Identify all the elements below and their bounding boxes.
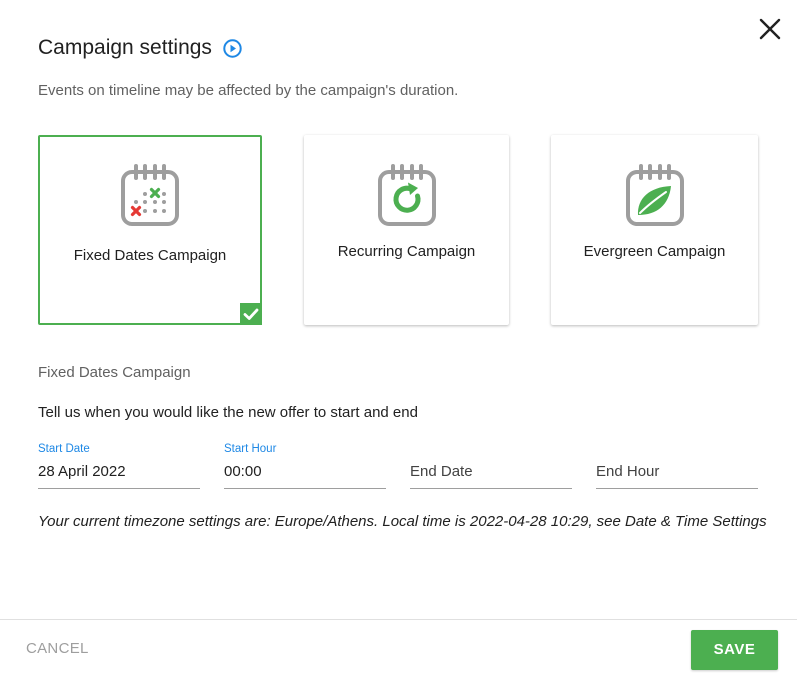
campaign-type-selector: Fixed Dates Campaign Recurring Campaign … — [38, 135, 758, 325]
campaign-type-label: Recurring Campaign — [337, 243, 476, 260]
timezone-note: Your current timezone settings are: Euro… — [38, 513, 767, 530]
section-heading: Fixed Dates Campaign — [38, 364, 191, 381]
selected-check-icon — [240, 303, 262, 325]
campaign-type-label: Fixed Dates Campaign — [73, 247, 227, 264]
cancel-button[interactable]: CANCEL — [26, 640, 89, 657]
start-hour-value: 00:00 — [224, 463, 262, 480]
dialog-header: Campaign settings — [38, 36, 242, 60]
date-prompt: Tell us when you would like the new offe… — [38, 404, 418, 421]
campaign-settings-dialog: Campaign settings Events on timeline may… — [0, 0, 797, 680]
close-icon[interactable] — [757, 16, 783, 42]
save-button[interactable]: SAVE — [691, 630, 778, 670]
start-hour-label: Start Hour — [224, 443, 277, 455]
campaign-type-fixed-dates[interactable]: Fixed Dates Campaign — [38, 135, 262, 325]
end-hour-placeholder: End Hour — [596, 463, 660, 480]
start-hour-field[interactable]: Start Hour 00:00 — [224, 440, 386, 489]
start-date-field[interactable]: Start Date 28 April 2022 — [38, 440, 200, 489]
start-date-label: Start Date — [38, 443, 90, 455]
play-video-icon[interactable] — [223, 38, 242, 58]
footer-divider — [0, 619, 797, 620]
end-hour-field[interactable]: End Hour — [596, 440, 758, 489]
end-date-field[interactable]: End Date — [410, 440, 572, 489]
dialog-title: Campaign settings — [38, 36, 212, 59]
start-date-value: 28 April 2022 — [38, 463, 126, 480]
calendar-evergreen-leaf-icon — [623, 163, 687, 227]
calendar-recurring-icon — [375, 163, 439, 227]
end-date-placeholder: End Date — [410, 463, 473, 480]
calendar-fixed-dates-icon — [118, 163, 182, 227]
campaign-type-label: Evergreen Campaign — [583, 243, 726, 260]
campaign-type-evergreen[interactable]: Evergreen Campaign — [551, 135, 758, 325]
dialog-subtitle: Events on timeline may be affected by th… — [38, 82, 459, 99]
campaign-type-recurring[interactable]: Recurring Campaign — [304, 135, 509, 325]
